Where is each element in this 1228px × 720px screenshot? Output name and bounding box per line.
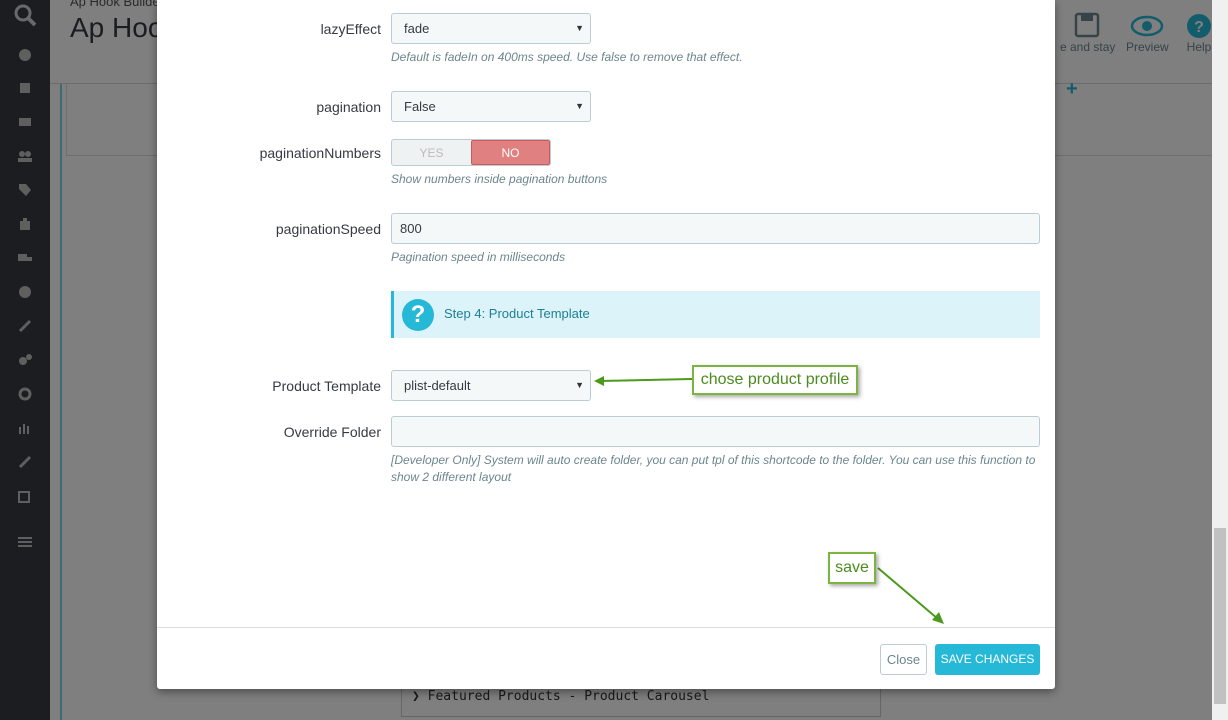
modal-footer: Close SAVE CHANGES bbox=[157, 627, 1055, 689]
lazy-effect-hint: Default is fadeIn on 400ms speed. Use fa… bbox=[391, 50, 743, 64]
override-folder-input[interactable] bbox=[391, 416, 1040, 447]
caret-down-icon: ▼ bbox=[575, 101, 584, 111]
step-title: Step 4: Product Template bbox=[444, 306, 590, 321]
caret-down-icon: ▼ bbox=[575, 380, 584, 390]
save-changes-button[interactable]: SAVE CHANGES bbox=[935, 644, 1040, 675]
override-folder-hint: [Developer Only] System will auto create… bbox=[391, 453, 1036, 484]
pagination-speed-input[interactable]: 800 bbox=[391, 213, 1040, 244]
pagination-speed-hint: Pagination speed in milliseconds bbox=[391, 250, 566, 264]
override-folder-label: Override Folder bbox=[283, 424, 381, 440]
config-modal: lazyEffect fade ▼ Default is fadeIn on 4… bbox=[157, 0, 1055, 689]
pagination-value: False bbox=[404, 99, 436, 114]
step-info-box: ? Step 4: Product Template bbox=[391, 291, 1040, 338]
product-template-select[interactable]: plist-default ▼ bbox=[391, 370, 591, 401]
scrollbar-thumb[interactable] bbox=[1214, 528, 1226, 704]
pagination-numbers-switch[interactable]: YES NO bbox=[391, 139, 551, 166]
pagination-speed-label: paginationSpeed bbox=[275, 221, 381, 237]
pagination-numbers-hint: Show numbers inside pagination buttons bbox=[391, 172, 608, 186]
lazy-effect-select[interactable]: fade ▼ bbox=[391, 13, 591, 44]
caret-down-icon: ▼ bbox=[575, 23, 584, 33]
annotation-save: save bbox=[828, 552, 876, 584]
pagination-label: pagination bbox=[316, 99, 381, 115]
lazy-effect-label: lazyEffect bbox=[320, 21, 381, 37]
annotation-choose-profile: chose product profile bbox=[692, 365, 858, 395]
page-scrollbar[interactable] bbox=[1212, 0, 1228, 720]
product-template-value: plist-default bbox=[404, 378, 471, 393]
product-template-label: Product Template bbox=[272, 378, 381, 394]
switch-yes-option[interactable]: YES bbox=[392, 140, 471, 165]
close-button[interactable]: Close bbox=[880, 644, 927, 675]
switch-no-option[interactable]: NO bbox=[471, 140, 550, 165]
pagination-numbers-label: paginationNumbers bbox=[259, 145, 381, 161]
pagination-select[interactable]: False ▼ bbox=[391, 91, 591, 122]
question-icon: ? bbox=[402, 299, 434, 331]
lazy-effect-value: fade bbox=[404, 21, 430, 36]
